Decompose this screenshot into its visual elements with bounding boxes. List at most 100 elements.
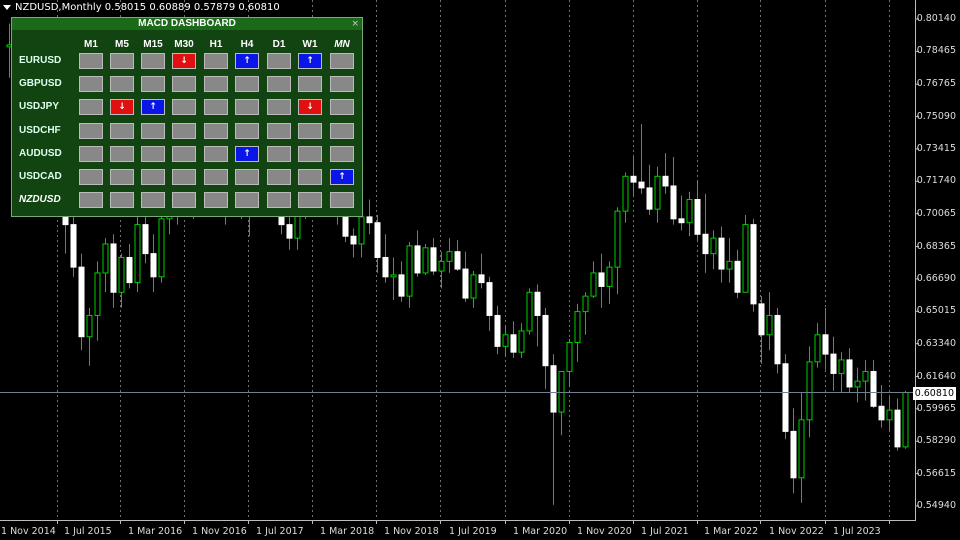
signal-cell-eurusd-m1[interactable] [79, 53, 103, 69]
signal-cell-usdjpy-d1[interactable] [267, 99, 291, 116]
signal-cell-gbpusd-mn[interactable] [330, 76, 354, 93]
candle [622, 172, 629, 223]
signal-cell-nzdusd-h4[interactable] [235, 192, 259, 209]
symbol-label[interactable]: USDCAD [19, 171, 62, 182]
signal-cell-gbpusd-d1[interactable] [267, 76, 291, 93]
symbol-label[interactable]: GBPUSD [19, 78, 62, 89]
signal-cell-nzdusd-m15[interactable] [141, 192, 165, 209]
candle-body [646, 187, 653, 210]
candle [406, 242, 413, 308]
signal-cell-eurusd-d1[interactable] [267, 53, 291, 69]
signal-cell-usdcad-m1[interactable] [79, 169, 103, 185]
time-tick-label: 1 Mar 2020 [513, 526, 568, 537]
candle [550, 354, 557, 505]
signal-cell-usdjpy-mn[interactable] [330, 99, 354, 116]
signal-cell-gbpusd-h1[interactable] [204, 76, 228, 93]
signal-cell-audusd-mn[interactable] [330, 145, 354, 162]
signal-cell-usdchf-m30[interactable] [172, 122, 196, 139]
time-tick-label: 1 Mar 2016 [128, 526, 183, 537]
candle [582, 292, 589, 335]
candle [862, 359, 869, 401]
signal-cell-audusd-m5[interactable] [110, 145, 134, 162]
candle-body [358, 216, 365, 245]
signal-cell-audusd-m30[interactable] [172, 145, 196, 162]
candle [542, 307, 549, 389]
symbol-label[interactable]: AUDUSD [19, 148, 62, 159]
signal-cell-usdjpy-h1[interactable] [204, 99, 228, 116]
time-tick-label: 1 Jul 2019 [449, 526, 497, 537]
candle [806, 346, 813, 438]
signal-cell-usdcad-mn[interactable]: ↑ [330, 169, 354, 185]
dropdown-triangle-icon[interactable] [3, 4, 11, 10]
candle [414, 230, 421, 277]
signal-cell-audusd-h1[interactable] [204, 145, 228, 162]
candle [694, 180, 701, 243]
candle-body [638, 181, 645, 189]
symbol-label[interactable]: USDJPY [19, 101, 59, 112]
signal-cell-usdchf-mn[interactable] [330, 122, 354, 139]
signal-cell-gbpusd-m30[interactable] [172, 76, 196, 93]
signal-cell-nzdusd-m1[interactable] [79, 192, 103, 209]
signal-cell-usdcad-m15[interactable] [141, 169, 165, 185]
signal-cell-usdchf-m5[interactable] [110, 122, 134, 139]
candle-body [462, 268, 469, 299]
price-tick-label: 0.54940 [916, 500, 956, 511]
signal-cell-usdcad-m5[interactable] [110, 169, 134, 185]
symbol-label[interactable]: NZDUSD [19, 194, 61, 205]
signal-cell-gbpusd-m15[interactable] [141, 76, 165, 93]
signal-cell-audusd-d1[interactable] [267, 145, 291, 162]
signal-cell-gbpusd-w1[interactable] [298, 76, 322, 93]
signal-cell-usdcad-m30[interactable] [172, 169, 196, 185]
signal-cell-usdchf-d1[interactable] [267, 122, 291, 139]
signal-cell-usdchf-h4[interactable] [235, 122, 259, 139]
signal-cell-nzdusd-m30[interactable] [172, 192, 196, 209]
signal-cell-usdjpy-m1[interactable] [79, 99, 103, 116]
signal-cell-usdcad-w1[interactable] [298, 169, 322, 185]
candle-body [382, 256, 389, 278]
time-tick-label: 1 Nov 2014 [1, 526, 56, 537]
symbol-label[interactable]: USDCHF [19, 125, 61, 136]
signal-cell-usdchf-m1[interactable] [79, 122, 103, 139]
signal-cell-nzdusd-m5[interactable] [110, 192, 134, 209]
signal-cell-usdjpy-w1[interactable]: ↓ [298, 99, 322, 116]
candle [478, 253, 485, 289]
candle-body [78, 266, 85, 338]
signal-cell-gbpusd-m1[interactable] [79, 76, 103, 93]
candle [838, 352, 845, 393]
signal-cell-nzdusd-d1[interactable] [267, 192, 291, 209]
symbol-label[interactable]: EURUSD [19, 55, 61, 66]
signal-cell-usdcad-h1[interactable] [204, 169, 228, 185]
signal-cell-eurusd-m5[interactable] [110, 53, 134, 69]
signal-cell-usdjpy-m5[interactable]: ↓ [110, 99, 134, 116]
signal-cell-usdcad-h4[interactable] [235, 169, 259, 185]
signal-cell-gbpusd-h4[interactable] [235, 76, 259, 93]
candle-body [774, 314, 781, 365]
signal-cell-audusd-m1[interactable] [79, 145, 103, 162]
signal-cell-usdjpy-m15[interactable]: ↑ [141, 99, 165, 116]
signal-cell-eurusd-m15[interactable] [141, 53, 165, 69]
signal-cell-eurusd-mn[interactable] [330, 53, 354, 69]
signal-cell-audusd-w1[interactable] [298, 145, 322, 162]
signal-cell-usdcad-d1[interactable] [267, 169, 291, 185]
signal-cell-audusd-h4[interactable]: ↑ [235, 145, 259, 162]
signal-cell-nzdusd-w1[interactable] [298, 192, 322, 209]
candle [374, 214, 381, 273]
close-icon[interactable]: × [351, 18, 359, 30]
price-tick-label: 0.59965 [916, 402, 956, 414]
signal-cell-usdchf-h1[interactable] [204, 122, 228, 139]
candle [774, 307, 781, 374]
signal-cell-audusd-m15[interactable] [141, 145, 165, 162]
signal-cell-usdchf-m15[interactable] [141, 122, 165, 139]
signal-cell-usdjpy-m30[interactable] [172, 99, 196, 116]
signal-cell-eurusd-h1[interactable] [204, 53, 228, 69]
signal-cell-eurusd-h4[interactable]: ↑ [235, 53, 259, 69]
signal-cell-usdchf-w1[interactable] [298, 122, 322, 139]
signal-cell-nzdusd-h1[interactable] [204, 192, 228, 209]
signal-cell-eurusd-m30[interactable]: ↓ [172, 53, 196, 69]
time-tick-label: 1 Jul 2021 [641, 526, 689, 537]
signal-cell-usdjpy-h4[interactable] [235, 99, 259, 116]
signal-cell-nzdusd-mn[interactable] [330, 192, 354, 209]
candle-body [574, 311, 581, 344]
signal-cell-eurusd-w1[interactable]: ↑ [298, 53, 322, 69]
signal-cell-gbpusd-m5[interactable] [110, 76, 134, 93]
